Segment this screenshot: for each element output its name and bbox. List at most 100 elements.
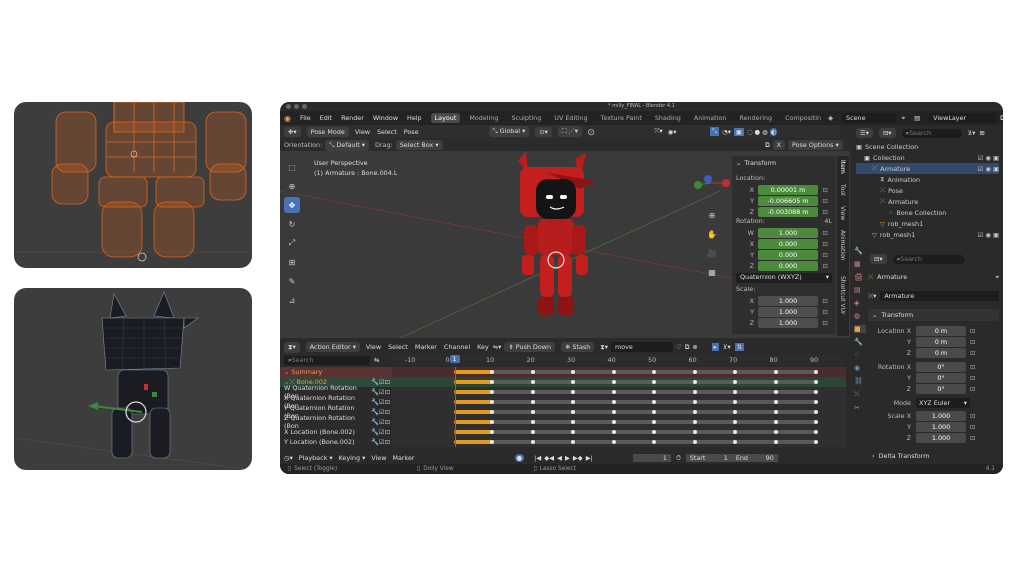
keyframe[interactable] [652,410,656,414]
filter-icon[interactable]: ⊻▾ [968,129,976,137]
keyframe[interactable] [490,380,494,384]
number-field[interactable]: 1.000 [758,306,818,317]
modifier-props-icon[interactable]: 🔧 [854,338,866,346]
pivot-dropdown[interactable]: ⊙▾ [535,126,552,137]
number-field[interactable]: -0.006605 m [758,195,818,206]
scale-tool-icon[interactable]: ⤢ [284,235,300,251]
number-field[interactable]: 1.000 [758,227,818,238]
keyframe[interactable] [652,430,656,434]
keying-menu[interactable]: Keying ▾ [339,454,366,462]
keyframe[interactable] [814,400,818,404]
lock-toggle-icon[interactable]: ⊡ [818,251,832,259]
play-icon[interactable]: ▶ [565,454,570,462]
keyframe[interactable] [814,430,818,434]
prop-lock-icon[interactable]: ⊡ [970,434,975,442]
physics-props-icon[interactable]: ◉ [854,364,866,372]
keyframe[interactable] [652,400,656,404]
channel-toggle-icons[interactable]: 🔧☑⊡ [371,388,392,396]
keyframe[interactable] [571,410,575,414]
ae-mode-dropdown[interactable]: Action Editor ▾ [305,342,360,352]
render-props-icon[interactable]: ▦ [854,260,866,268]
outliner-item[interactable]: ⧗ Animation [856,174,999,185]
particles-props-icon[interactable]: ⁘ [854,351,866,359]
timeline-ruler[interactable]: -10 0 10 20 30 40 50 60 70 80 90 1 [390,355,846,365]
ae-menu-marker[interactable]: Marker [415,343,437,351]
keyframe[interactable] [733,370,737,374]
keyframe[interactable] [611,410,616,414]
keyframe[interactable] [571,430,575,434]
prop-transform-header[interactable]: ⌄ Transform [868,309,999,321]
keyframe[interactable] [773,410,778,414]
keyframe[interactable] [490,390,494,394]
keyframe[interactable] [611,380,616,384]
lock-toggle-icon[interactable]: ⊡ [818,308,832,316]
tab-texture-paint[interactable]: Texture Paint [597,113,646,123]
prop-number-field[interactable]: 1.000 [916,432,966,443]
outliner-item[interactable]: ▣ Collection ☑ ◉ ▣ [856,152,999,163]
menu-render[interactable]: Render [341,114,364,122]
move-gizmo-icon[interactable]: ⤡ [710,127,720,136]
pan-hand-icon[interactable]: ✋ [704,226,720,242]
channel-toggle-icons[interactable]: 🔧☑⊡ [371,418,392,426]
playback-menu[interactable]: Playback ▾ [299,454,333,462]
keyframe[interactable] [571,380,575,384]
keyframe[interactable] [733,380,737,384]
gizmo-icon[interactable]: ⤧▾ [654,127,662,136]
move-tool-icon[interactable]: ✥ [284,197,300,213]
shading-rendered-icon[interactable]: ◐ [769,127,778,136]
keyframe[interactable] [692,380,697,384]
number-field[interactable]: 1.000 [758,317,818,328]
next-key-icon[interactable]: ▶◆ [573,454,583,462]
rotation-mode-dropdown[interactable]: Quaternion (WXYZ) ▾ [736,273,832,283]
prop-lock-icon[interactable]: ⊡ [970,412,975,420]
keyframe[interactable] [611,440,616,444]
bone-props-icon[interactable]: ✂ [854,404,866,412]
keyframe[interactable] [571,390,575,394]
tab-modeling[interactable]: Modeling [465,113,502,123]
prop-mode-dropdown[interactable]: XYZ Euler ▾ [916,397,970,408]
keyframe[interactable] [611,430,616,434]
prop-lock-icon[interactable]: ⊡ [970,327,975,335]
menu-help[interactable]: Help [407,114,422,122]
transform-tool-icon[interactable]: ⊞ [284,254,300,270]
data-props-icon[interactable]: ⤫ [854,390,866,399]
action-name-field[interactable]: move [610,342,673,352]
scene-name[interactable]: Scene [842,113,896,123]
play-reverse-icon[interactable]: ◀ [557,454,562,462]
proportional-icon[interactable]: ⨀ [588,128,594,136]
prop-lock-icon[interactable]: ⊡ [970,374,975,382]
number-field[interactable]: 0.000 [758,260,818,271]
lock-toggle-icon[interactable]: ⊡ [818,297,832,305]
keyframe[interactable] [530,430,535,434]
camera-icon[interactable]: 🎥 [704,245,720,261]
tab-animation-side[interactable]: Animation [839,230,846,261]
zoom-icon[interactable]: ⊕ [704,207,720,223]
pose-options-button[interactable]: Pose Options ▾ [787,140,843,150]
channel-toggle-icons[interactable]: 🔧☑⊡ [371,408,392,416]
channel-toggle-icons[interactable]: 🔧☑⊡ [371,438,392,446]
outliner-item[interactable]: ▽ rob_mesh1 ☑ ◉ ▣ [856,229,999,240]
editor-type-icon[interactable]: ✥▾ [284,126,301,137]
vh-menu-select[interactable]: Select [377,128,397,136]
new-collection-icon[interactable]: ⊞ [979,129,984,137]
ae-menu-select[interactable]: Select [388,343,408,351]
keyframe[interactable] [733,440,737,444]
keyframe[interactable] [530,410,535,414]
output-props-icon[interactable]: 🖨 [854,273,866,281]
end-frame-field[interactable]: End 90 [731,454,778,462]
copy-layer-icon[interactable]: ⧉ [1000,114,1003,123]
overlays-toggle-icon[interactable]: ◔▾ [722,128,731,136]
outliner-item[interactable]: ⁘ Bone Collection [856,207,999,218]
keyframe[interactable] [692,400,697,404]
keyframe[interactable] [692,420,697,424]
keyframe[interactable] [773,390,778,394]
channel-row[interactable]: Y Location (Bone.002) 🔧☑⊡ [280,437,392,447]
outliner-item[interactable]: ▣ Scene Collection [856,141,999,152]
prop-number-field[interactable]: 0 m [916,336,966,347]
lock-toggle-icon[interactable]: ⊡ [818,319,832,327]
keyframe[interactable] [490,430,494,434]
tab-layout[interactable]: Layout [430,113,461,123]
keyframe[interactable] [773,400,778,404]
keyframe[interactable] [733,390,737,394]
playhead-line[interactable] [454,367,456,447]
